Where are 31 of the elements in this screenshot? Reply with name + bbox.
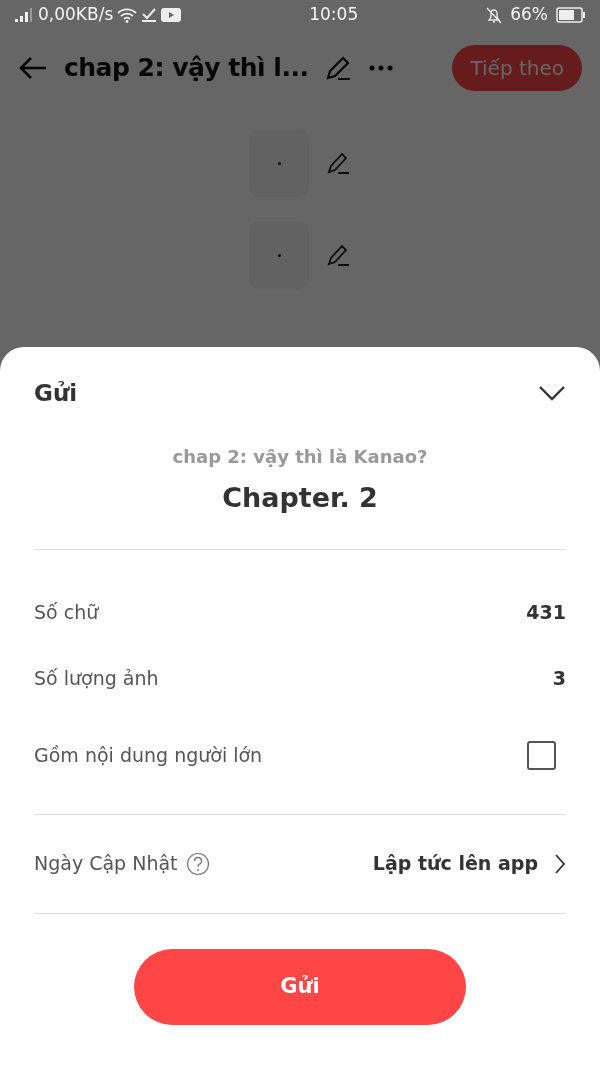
battery-icon xyxy=(556,7,586,23)
back-arrow-icon[interactable] xyxy=(18,54,48,81)
signal-icon xyxy=(14,8,34,22)
sheet-title: Gửi xyxy=(34,378,78,408)
more-icon[interactable] xyxy=(368,63,395,72)
chevron-down-icon[interactable] xyxy=(538,385,566,401)
bell-off-icon xyxy=(486,6,503,24)
stat-label: Số lượng ảnh xyxy=(34,666,159,692)
pencil-icon[interactable] xyxy=(325,150,351,176)
checkbox[interactable] xyxy=(527,741,556,770)
chapter-number: Chapter. 2 xyxy=(221,481,379,515)
wifi-icon xyxy=(117,7,138,23)
submit-button[interactable]: Gửi xyxy=(134,948,466,1025)
update-time-selector[interactable]: Lập tức lên app xyxy=(372,849,566,878)
chapter-title: chap 2: vậy thì l... xyxy=(64,51,309,84)
checkbox-label: Gồm nội dung người lớn xyxy=(34,743,263,769)
chevron-right-icon xyxy=(554,852,566,875)
video-icon xyxy=(161,8,182,22)
setting-label: Ngày Cập Nhật xyxy=(34,851,178,877)
battery-level: 66% xyxy=(510,3,548,27)
stat-value: 431 xyxy=(526,600,566,626)
stat-label: Số chữ xyxy=(34,600,99,626)
stat-value: 3 xyxy=(552,666,566,692)
pencil-icon[interactable] xyxy=(325,242,351,268)
clock: 10:05 xyxy=(309,3,359,27)
chapter-name: chap 2: vậy thì là Kanao? xyxy=(171,445,429,469)
download-done-icon xyxy=(141,7,158,23)
next-button[interactable]: Tiếp theo xyxy=(452,44,582,91)
network-speed: 0,00KB/s xyxy=(38,3,114,27)
setting-value: Lập tức lên app xyxy=(372,851,538,877)
help-icon[interactable] xyxy=(185,851,210,876)
